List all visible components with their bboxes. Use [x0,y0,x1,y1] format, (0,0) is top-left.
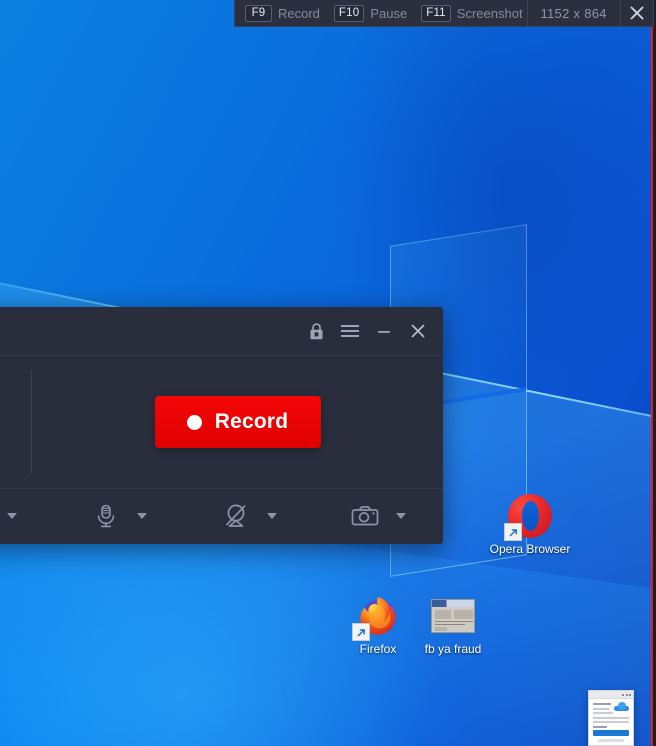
desktop-icon-firefox[interactable]: Firefox [335,592,421,657]
webcam-off-icon[interactable] [221,501,251,531]
record-zone: Record [32,356,443,488]
recorder-footer-toolbar [0,488,443,543]
tool-screenshot[interactable] [313,489,443,543]
close-icon[interactable] [621,0,653,27]
chevron-down-icon[interactable] [396,513,406,519]
opera-icon [506,492,554,540]
mini-window-primary-button[interactable] [593,730,629,736]
hotkey-key-record: F9 [245,5,272,22]
tool-microphone[interactable] [54,489,184,543]
desktop-icon-label: fb ya fraud [425,643,482,657]
desktop-icon-label: Opera Browser [490,543,571,557]
cloud-icon [614,702,629,711]
microphone-icon[interactable] [91,501,121,531]
close-icon[interactable] [401,314,435,348]
tool-system-sound[interactable] [0,489,54,543]
hotkey-pause[interactable]: F10 Pause [324,0,411,26]
source-webcam[interactable]: Webcam [0,356,31,488]
source-label: Webcam [0,444,1,460]
capture-dimensions: 1152 x 864 [527,6,619,21]
minimize-icon[interactable] [367,314,401,348]
mini-window-titlebar [589,691,633,699]
hotkey-record[interactable]: F9 Record [235,0,324,26]
desktop-icon-label: Firefox [360,643,397,657]
hotkey-key-pause: F10 [334,5,364,22]
hotkey-key-screenshot: F11 [421,5,451,22]
menu-icon[interactable] [333,314,367,348]
shortcut-arrow-icon [504,523,522,541]
desktop-icon-opera-browser[interactable]: Opera Browser [487,492,573,557]
chevron-down-icon[interactable] [7,513,17,519]
screen-recorder-window: ect Window Webcam Record [0,307,443,544]
hotkey-screenshot[interactable]: F11 Screenshot [411,0,526,26]
camera-icon[interactable] [350,501,380,531]
background-app-window[interactable] [588,690,634,746]
hotkey-label-screenshot: Screenshot [457,6,527,21]
shortcut-arrow-icon [352,623,370,641]
desktop-icon-fb-ya-fraud[interactable]: fb ya fraud [410,592,496,657]
recorder-body: ect Window Webcam Record [0,356,443,488]
hotkey-label-pause: Pause [370,6,411,21]
firefox-icon [354,592,402,640]
image-thumbnail-icon [429,592,477,640]
tool-webcam[interactable] [184,489,314,543]
record-dot-icon [187,415,202,430]
chevron-down-icon[interactable] [267,513,277,519]
hotkey-label-record: Record [278,6,324,21]
lock-icon[interactable] [299,314,333,348]
recorder-hotkey-bar: F9 Record F10 Pause F11 Screenshot 1152 … [234,0,654,27]
record-button[interactable]: Record [155,396,321,448]
recorder-titlebar [0,307,443,356]
chevron-down-icon[interactable] [137,513,147,519]
record-button-label: Record [215,410,289,434]
